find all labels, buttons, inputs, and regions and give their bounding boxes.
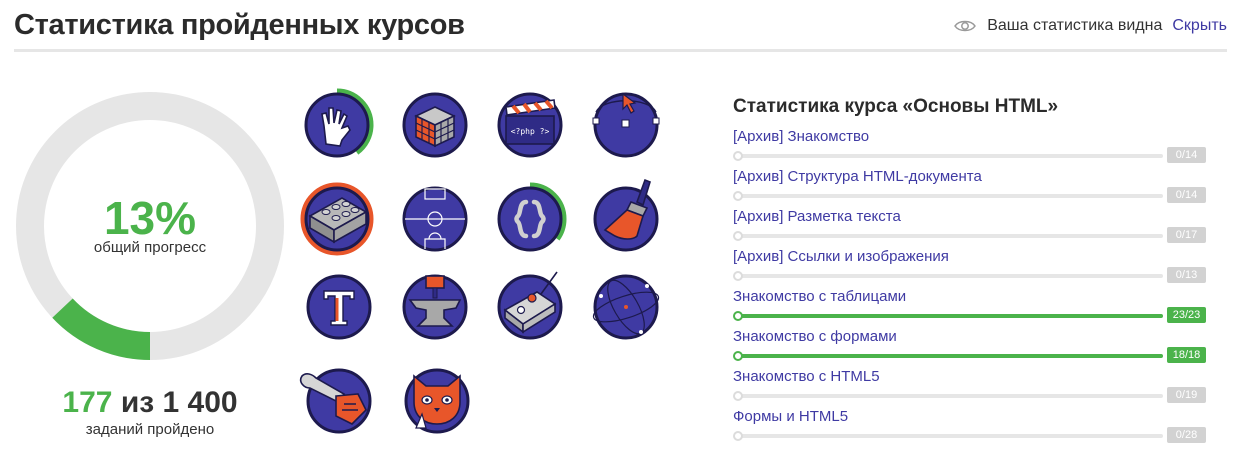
- cat-face-icon: [404, 368, 470, 434]
- atom-orbit-icon: [592, 274, 660, 340]
- curly-braces-icon: [493, 182, 567, 256]
- php-clapper-text: <?php ?>: [511, 127, 550, 136]
- section-count-badge: 0/19: [1167, 387, 1206, 403]
- page-title: Статистика пройденных курсов: [14, 9, 465, 41]
- section-progress-track: [738, 394, 1163, 398]
- section-progress-track: [738, 234, 1163, 238]
- course-section-link[interactable]: [Архив] Структура HTML-документа: [733, 167, 1207, 187]
- section-progress-track: [738, 314, 1163, 318]
- section-count-badge: 0/14: [1167, 187, 1206, 203]
- section-progress-track: [738, 194, 1163, 198]
- course-stats-title: Статистика курса «Основы HTML»: [733, 96, 1059, 117]
- course-section: [Архив] Знакомство 0/14: [733, 127, 1207, 167]
- section-progress-track: [738, 434, 1163, 438]
- vector-path-icon: [592, 92, 660, 158]
- course-stats-panel: Статистика курса «Основы HTML» [Архив] З…: [733, 96, 1207, 447]
- section-progress-dot: [733, 311, 743, 321]
- badge-football-field[interactable]: [402, 186, 468, 252]
- badge-rubiks-cube[interactable]: [402, 92, 468, 158]
- section-progress-dot: [733, 151, 743, 161]
- section-progress-dot: [733, 391, 743, 401]
- paint-brush-icon: [593, 178, 659, 252]
- course-section: Знакомство с формами 18/18: [733, 327, 1207, 367]
- badge-anvil[interactable]: [402, 274, 468, 340]
- section-count-badge: 0/28: [1167, 427, 1206, 443]
- visibility-text: Ваша статистика видна: [987, 17, 1163, 34]
- section-progress-dot: [733, 431, 743, 441]
- badge-remote-control[interactable]: [497, 271, 563, 340]
- course-section: Формы и HTML5 0/28: [733, 407, 1207, 447]
- tasks-done: 177: [62, 386, 113, 419]
- overall-percent: 13%: [103, 192, 197, 244]
- course-section-link[interactable]: Знакомство с HTML5: [733, 367, 1207, 387]
- course-section-link[interactable]: [Архив] Ссылки и изображения: [733, 247, 1207, 267]
- course-section-link[interactable]: Знакомство с формами: [733, 327, 1207, 347]
- section-progress-track: [738, 354, 1163, 358]
- course-section: [Архив] Разметка текста 0/17: [733, 207, 1207, 247]
- badge-vector-path[interactable]: [592, 92, 660, 158]
- chainsaw-icon: [299, 368, 372, 434]
- typography-t-icon: [306, 274, 372, 340]
- course-section: [Архив] Ссылки и изображения 0/13: [733, 247, 1207, 287]
- remote-control-icon: [497, 271, 563, 340]
- section-progress-dot: [733, 231, 743, 241]
- badge-php-clapper[interactable]: <?php ?>: [497, 92, 563, 158]
- badge-cat-face[interactable]: [404, 368, 470, 434]
- football-field-icon: [402, 186, 468, 252]
- course-sections-list: [Архив] Знакомство 0/14 [Архив] Структура …: [733, 127, 1207, 447]
- overall-percent-label: общий прогресс: [93, 239, 207, 256]
- tasks-count: 177 из 1 400: [16, 386, 284, 420]
- section-progress-fill: [738, 354, 1163, 358]
- section-progress-fill: [738, 314, 1163, 318]
- course-section-link[interactable]: [Архив] Разметка текста: [733, 207, 1207, 227]
- course-section-link[interactable]: Формы и HTML5: [733, 407, 1207, 427]
- tasks-label: заданий пройдено: [85, 421, 215, 438]
- section-progress-dot: [733, 271, 743, 281]
- badge-vulcan-hand[interactable]: [300, 88, 374, 162]
- section-progress-dot: [733, 351, 743, 361]
- course-section-link[interactable]: [Архив] Знакомство: [733, 127, 1207, 147]
- tasks-total: 1 400: [162, 386, 238, 419]
- section-progress-track: [738, 274, 1163, 278]
- section-count-badge: 0/14: [1167, 147, 1206, 163]
- lego-brick-icon: [300, 182, 374, 256]
- badge-typography-t[interactable]: [306, 274, 372, 340]
- anvil-icon: [402, 274, 468, 340]
- rubiks-cube-icon: [402, 92, 468, 158]
- section-count-badge: 0/13: [1167, 267, 1206, 283]
- course-section: Знакомство с таблицами 23/23: [733, 287, 1207, 327]
- tasks-separator: из: [120, 386, 155, 419]
- overall-progress-ring: 13% общий прогресс: [16, 92, 284, 360]
- visibility-status: Ваша статистика видна Скрыть: [954, 17, 1227, 35]
- section-count-badge: 23/23: [1167, 307, 1206, 323]
- badge-paint-brush[interactable]: [593, 178, 659, 252]
- section-count-badge: 0/17: [1167, 227, 1206, 243]
- badge-atom-orbit[interactable]: [592, 274, 660, 340]
- badges-grid: <?php ?>: [298, 88, 660, 434]
- badge-curly-braces[interactable]: [493, 182, 567, 256]
- course-section: [Архив] Структура HTML-документа 0/14: [733, 167, 1207, 207]
- hide-stats-link[interactable]: Скрыть: [1172, 17, 1227, 35]
- section-progress-track: [738, 154, 1163, 158]
- php-clapper-icon: <?php ?>: [497, 92, 563, 158]
- badge-lego-brick[interactable]: [300, 182, 374, 256]
- section-progress-dot: [733, 191, 743, 201]
- course-section: Знакомство с HTML5 0/19: [733, 367, 1207, 407]
- page-header: Статистика пройденных курсов Ваша статис…: [14, 0, 1227, 52]
- badge-chainsaw[interactable]: [299, 368, 372, 434]
- vulcan-hand-icon: [300, 88, 374, 162]
- eye-icon: [954, 20, 977, 32]
- course-section-link[interactable]: Знакомство с таблицами: [733, 287, 1207, 307]
- section-count-badge: 18/18: [1167, 347, 1206, 363]
